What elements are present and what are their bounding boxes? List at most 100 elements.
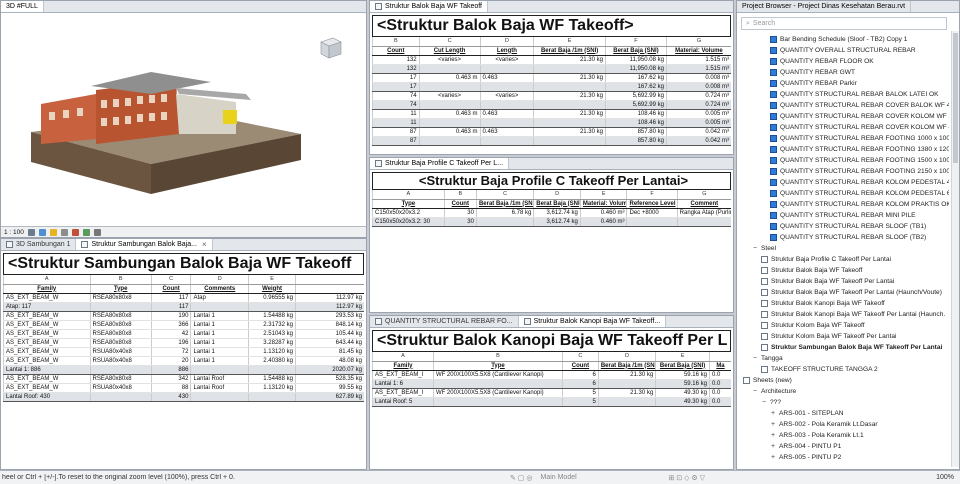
table-cell[interactable]: 112.97 kg [294,293,364,303]
table-cell[interactable]: Comments [190,284,249,294]
view-cube-icon[interactable] [320,37,342,59]
table-cell[interactable]: 20 [150,356,191,366]
table-cell[interactable]: Comment [676,199,731,209]
tab-quantity-rebar[interactable]: QUANTITY STRUCTURAL REBAR FO... [370,316,519,327]
table-cell[interactable]: 11 [372,118,420,128]
table-cell[interactable] [248,392,296,402]
table-cell[interactable]: WF 200X100X5.5X8 (Cantilever Kanopi) [432,388,563,398]
table-cell[interactable]: 342 [150,374,191,384]
table-cell[interactable]: 30 [443,217,477,227]
table-cell[interactable]: Berat Baja /1m (SNI) [597,361,656,371]
table-cell[interactable]: C150x50x20x3.2: 30 [372,217,445,227]
table-cell[interactable]: 0.463 [479,73,534,83]
table-cell[interactable]: AS_EXT_BEAM_W [3,383,91,393]
table-cell[interactable]: 88 [150,383,191,393]
table-cell[interactable]: 366 [150,320,191,330]
table-cell[interactable]: Atap: 117 [3,302,91,312]
table-cell[interactable]: Count [150,284,191,294]
table-cell[interactable]: 293.53 kg [294,311,364,321]
table-cell[interactable]: 430 [150,392,191,402]
table-cell[interactable]: 2.40380 kg [248,356,296,366]
table-cell[interactable]: <varies> [418,91,481,101]
table-cell[interactable] [533,82,606,92]
table-cell[interactable]: 132 [372,55,420,65]
table-cell[interactable]: F [604,37,667,47]
table-cell[interactable]: F [626,190,678,200]
browser-item[interactable]: + ARS-004 - PINTU P1 [739,441,949,452]
table-cell[interactable]: C [562,352,599,362]
table-cell[interactable] [533,64,606,74]
table-cell[interactable]: B [89,275,152,285]
table-cell[interactable] [626,217,678,227]
browser-item[interactable]: − Steel [739,243,949,254]
table-cell[interactable]: 6 [562,370,599,380]
table-cell[interactable]: Family [372,361,434,371]
active-model[interactable]: Main Model [540,474,660,481]
table-cell[interactable]: 49.30 kg [655,397,710,407]
table-cell[interactable]: Count [372,46,420,56]
table-cell[interactable]: Berat Baja (SNI) [655,361,710,371]
table-cell[interactable]: AS_EXT_BEAM_W [3,374,91,384]
table-cell[interactable]: 167.62 kg [604,73,667,83]
tab-3d-full[interactable]: 3D #FULL [1,1,44,12]
table-cell[interactable]: 21.30 kg [533,55,606,65]
browser-item[interactable]: Struktur Baja Profile C Takeoff Per Lant… [739,254,949,265]
table-cell[interactable]: 3,612.74 kg [533,217,581,227]
table-cell[interactable]: 0.724 m³ [665,91,731,101]
table-cell[interactable]: 59.16 kg [655,379,710,389]
browser-item[interactable]: QUANTITY STRUCTURAL REBAR FOOTING 1500 x… [739,155,949,166]
table-cell[interactable]: 11,950.08 kg [604,55,667,65]
table-cell[interactable]: <varies> [479,55,534,65]
table-cell[interactable]: 117 [150,293,191,303]
table-cell[interactable]: Length [479,46,534,56]
table-cell[interactable] [533,136,606,146]
table-cell[interactable]: WF 200X100X5.5X8 (Cantilever Kanopi) [432,370,563,380]
table-cell[interactable]: 0.463 m [418,109,481,119]
table-cell[interactable]: 1.515 m³ [665,64,731,74]
table-cell[interactable]: 0.0 [708,379,731,389]
table-cell[interactable]: Lantai 1: 886 [3,365,91,375]
table-cell[interactable]: Lantai Roof: 5 [372,397,434,407]
table-cell[interactable]: 87 [372,127,420,137]
browser-item[interactable]: −??? [739,397,949,408]
3d-view-pane[interactable]: 3D #FULL 1 : 100 [0,0,367,238]
table-cell[interactable]: C [418,37,481,47]
browser-item[interactable]: Struktur Balok Baja WF Takeoff [739,265,949,276]
table-cell[interactable]: Family [3,284,91,294]
browser-item[interactable]: QUANTITY STRUCTURAL REBAR MINI PILE [739,210,949,221]
sambungan-schedule-pane[interactable]: 3D Sambungan 1 Struktur Sambungan Balok … [0,238,367,470]
browser-item[interactable]: QUANTITY STRUCTURAL REBAR SLOOF (TB2) [739,232,949,243]
table-cell[interactable]: Material: Volume [665,46,731,56]
table-cell[interactable]: 528.35 kg [294,374,364,384]
table-cell[interactable]: 886 [150,365,191,375]
profile-schedule-pane[interactable]: Struktur Baja Profile C Takeoff Per L...… [369,157,734,313]
table-cell[interactable]: E [248,275,296,285]
table-cell[interactable]: Lantai 1 [190,347,249,357]
table-cell[interactable]: 0.0 [708,397,731,407]
browser-item[interactable]: TAKEOFF STRUCTURE TANGGA 2 [739,364,949,375]
table-cell[interactable]: Lantai 1 [190,311,249,321]
table-cell[interactable]: 87 [372,136,420,146]
sun-path-icon[interactable] [49,228,57,236]
table-cell[interactable]: 108.46 kg [604,118,667,128]
table-cell[interactable]: Rangka Atap (Purlin) [676,208,731,218]
tab-kanopi-schedule[interactable]: Struktur Balok Kanopi Baja WF Takeoff... [518,316,667,327]
table-cell[interactable] [479,118,534,128]
table-cell[interactable]: 49.30 kg [655,388,710,398]
shadows-icon[interactable] [60,228,68,236]
table-cell[interactable]: Material: Volume [579,199,627,209]
table-cell[interactable]: 190 [150,311,191,321]
table-cell[interactable]: AS_EXT_BEAM_W [3,293,91,303]
table-cell[interactable]: 857.80 kg [604,127,667,137]
table-cell[interactable]: 21.30 kg [533,109,606,119]
table-cell[interactable] [89,302,152,312]
table-cell[interactable]: Berat Baja (SNI) [533,199,581,209]
browser-item[interactable]: Bar Bending Schedule (Sloof - TB2) Copy … [739,34,949,45]
browser-item[interactable]: + ARS-001 - SITEPLAN [739,408,949,419]
browser-item[interactable]: QUANTITY STRUCTURAL REBAR KOLOM PEDESTAL… [739,188,949,199]
tab-balok-schedule[interactable]: Struktur Balok Baja WF Takeoff [370,1,489,12]
render-icon[interactable] [71,228,79,236]
table-cell[interactable]: 2020.07 kg [294,365,364,375]
table-cell[interactable] [597,397,656,407]
table-cell[interactable]: 2.31732 kg [248,320,296,330]
